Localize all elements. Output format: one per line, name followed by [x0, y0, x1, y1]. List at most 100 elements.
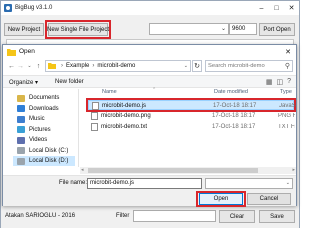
file-row[interactable]: microbit-demo.txt 17-Oct-18 18:17 TXT File: [88, 122, 295, 132]
help-icon[interactable]: ?: [287, 78, 291, 86]
address-bar[interactable]: › Example › microbit-demo ⌄: [45, 60, 191, 72]
close-icon[interactable]: ✕: [280, 45, 296, 58]
navigation-row: ← → ⌄ ↑ › Example › microbit-demo ⌄ ↻ Se…: [3, 58, 296, 74]
file-name-label: File name:: [59, 180, 88, 186]
file-icon: [92, 102, 99, 110]
recent-dropdown-icon[interactable]: ⌄: [25, 63, 34, 69]
port-select[interactable]: ⌄: [149, 23, 229, 35]
command-bar: Organize ▾ New folder ▦ ◫ ?: [3, 75, 296, 88]
chevron-down-icon: ▾: [35, 80, 39, 86]
organize-label: Organize: [9, 80, 34, 86]
search-placeholder: Search microbit-demo: [208, 63, 265, 69]
breadcrumb-separator-icon: ›: [92, 63, 95, 69]
view-controls: ▦ ◫ ?: [266, 78, 291, 86]
filter-label: Filter: [116, 213, 130, 219]
open-button-highlight: [196, 191, 246, 207]
music-icon: [17, 115, 25, 123]
sort-ascending-icon: ⌃: [152, 87, 157, 93]
app-statusbar: Atakan SARIOGLU - 2016 Filter Clear Save: [1, 206, 299, 228]
nav-item[interactable]: Pictures: [17, 125, 51, 135]
app-titlebar: BigBug v3.1.0 – □ ✕: [1, 1, 299, 15]
author-label: Atakan SARIOGLU - 2016: [5, 213, 76, 219]
nav-item[interactable]: Documents: [17, 93, 59, 103]
breadcrumb-item[interactable]: microbit-demo: [97, 63, 135, 69]
new-single-file-project-button[interactable]: New Single File Project: [45, 20, 111, 39]
nav-item-label: Downloads: [29, 105, 59, 112]
up-arrow-icon[interactable]: ↑: [34, 63, 43, 70]
column-header-date[interactable]: Date modified: [214, 89, 248, 98]
drive-icon: [17, 157, 25, 165]
file-row[interactable]: microbit-demo.js 17-Oct-18 18:17 JavaScrip…: [86, 98, 296, 112]
nav-item-label: Pictures: [29, 126, 51, 133]
file-list: Name ⌃ Date modified Type microbit-demo.j…: [80, 87, 296, 167]
breadcrumb-item[interactable]: Example: [66, 63, 89, 69]
file-row[interactable]: microbit-demo.png 17-Oct-18 18:17 PNG File: [88, 111, 295, 121]
search-icon: ⚲: [284, 63, 290, 70]
file-date: 17-Oct-18 18:17: [212, 124, 256, 130]
dialog-titlebar: Open ✕: [3, 45, 296, 58]
folder-icon: [7, 48, 16, 56]
minimize-icon[interactable]: –: [254, 1, 269, 15]
nav-item[interactable]: Downloads: [17, 104, 59, 114]
nav-item[interactable]: Music: [17, 114, 45, 124]
downloads-icon: [17, 105, 25, 112]
nav-item[interactable]: Local Disk (C:): [17, 146, 68, 156]
file-icon: [91, 112, 98, 120]
column-header-name-label: Name: [102, 89, 117, 95]
cancel-button[interactable]: Cancel: [247, 193, 291, 205]
port-field[interactable]: 9600: [229, 23, 257, 35]
documents-icon: [17, 94, 25, 102]
file-date: 17-Oct-18 18:17: [212, 113, 256, 119]
column-header-type[interactable]: Type: [280, 89, 292, 98]
drive-icon: [17, 147, 25, 154]
file-name-input[interactable]: microbit-demo.js: [87, 178, 202, 189]
column-header-name[interactable]: Name ⌃: [102, 87, 156, 98]
file-icon: [91, 123, 98, 131]
bug-icon: [4, 4, 12, 12]
scroll-right-icon[interactable]: ▸: [292, 167, 295, 173]
file-type: TXT File: [278, 124, 295, 130]
clear-button[interactable]: Clear: [219, 210, 255, 223]
scrollbar-thumb[interactable]: [88, 168, 258, 173]
filter-input[interactable]: [133, 210, 216, 222]
port-open-button[interactable]: Port Open: [259, 23, 295, 36]
file-type-select[interactable]: ⌄: [205, 178, 293, 189]
nav-item[interactable]: Local Disk (D:): [13, 156, 75, 166]
new-project-button[interactable]: New Project: [4, 23, 44, 36]
videos-icon: [17, 136, 25, 144]
open-dialog: Open ✕ ← → ⌄ ↑ › Example › microbit-demo…: [2, 44, 297, 207]
nav-item-label: Local Disk (D:): [29, 158, 69, 164]
maximize-icon[interactable]: □: [269, 1, 284, 15]
navigation-pane: Documents Downloads Music Pictures Videos Loc…: [3, 89, 79, 167]
chevron-down-icon[interactable]: ⌄: [184, 63, 188, 69]
preview-pane-icon[interactable]: ◫: [276, 78, 283, 86]
breadcrumb-separator-icon: ›: [61, 63, 63, 69]
folder-icon: [48, 63, 56, 69]
view-options-icon[interactable]: ▦: [266, 78, 273, 86]
refresh-icon[interactable]: ↻: [192, 60, 202, 72]
dialog-bottom-bar: File name: microbit-demo.js ⌄ Open Cance…: [3, 175, 296, 207]
back-arrow-icon[interactable]: ←: [7, 63, 16, 70]
close-icon[interactable]: ✕: [284, 1, 299, 15]
file-name: microbit-demo.js: [102, 103, 147, 109]
chevron-down-icon: ⌄: [220, 26, 226, 32]
nav-item-label: Videos: [29, 137, 48, 143]
nav-item[interactable]: Videos: [17, 135, 47, 145]
nav-item-label: Documents: [29, 95, 60, 101]
pictures-icon: [17, 126, 25, 133]
nav-item-label: Music: [29, 116, 45, 122]
save-button[interactable]: Save: [259, 210, 295, 223]
organize-menu[interactable]: Organize ▾: [9, 79, 38, 86]
search-input[interactable]: Search microbit-demo ⚲: [205, 60, 293, 72]
scroll-left-icon[interactable]: ◂: [81, 167, 84, 173]
forward-arrow-icon[interactable]: →: [16, 63, 25, 70]
nav-item-label: Local Disk (C:): [29, 147, 69, 154]
new-folder-button[interactable]: New folder: [55, 79, 84, 85]
window-controls: – □ ✕: [254, 1, 299, 15]
file-type: PNG File: [278, 113, 295, 119]
file-name: microbit-demo.png: [101, 113, 151, 119]
file-list-scrollbar[interactable]: ◂ ▸: [80, 167, 296, 174]
file-date: 17-Oct-18 18:17: [213, 103, 257, 109]
file-name: microbit-demo.txt: [101, 124, 148, 130]
file-type: JavaScript: [279, 103, 296, 109]
